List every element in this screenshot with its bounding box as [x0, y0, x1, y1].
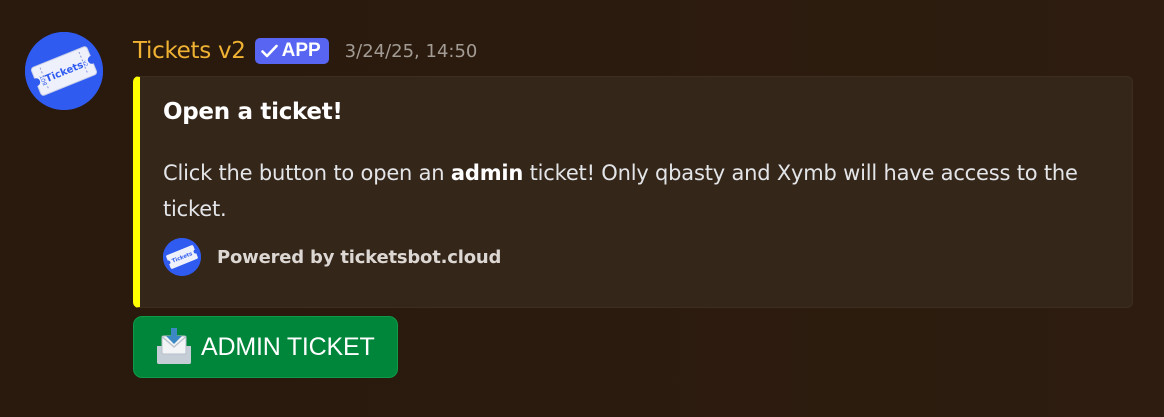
author-avatar[interactable]: Tickets BOT v2	[25, 32, 103, 110]
embed-description-bold: admin	[450, 161, 524, 185]
author-name[interactable]: Tickets v2	[133, 38, 246, 64]
app-badge: APP	[254, 38, 329, 64]
message-header: Tickets v2 APP 3/24/25, 14:50	[133, 34, 477, 68]
inbox-tray-envelope-icon	[154, 328, 194, 366]
chat-message: Tickets BOT v2 Tickets v2 APP 3/24/25, 1…	[0, 0, 1164, 417]
checkmark-icon	[260, 44, 278, 58]
footer-icon: Tickets	[163, 238, 201, 276]
embed-footer: Tickets Powered by ticketsbot.cloud	[163, 238, 501, 276]
admin-ticket-button[interactable]: ADMIN TICKET	[133, 316, 398, 378]
embed-title: Open a ticket!	[163, 99, 343, 125]
tickets-logo-icon: Tickets BOT v2	[25, 32, 103, 110]
embed-description-text-before: Click the button to open an	[163, 161, 451, 185]
app-badge-label: APP	[281, 40, 321, 61]
footer-text: Powered by ticketsbot.cloud	[217, 246, 502, 268]
admin-ticket-button-label: ADMIN TICKET	[201, 332, 375, 361]
tickets-logo-icon: Tickets	[163, 238, 201, 276]
embed-description: Click the button to open an admin ticket…	[163, 155, 1103, 227]
message-embed: Open a ticket! Click the button to open …	[133, 76, 1133, 308]
message-timestamp[interactable]: 3/24/25, 14:50	[345, 41, 478, 62]
